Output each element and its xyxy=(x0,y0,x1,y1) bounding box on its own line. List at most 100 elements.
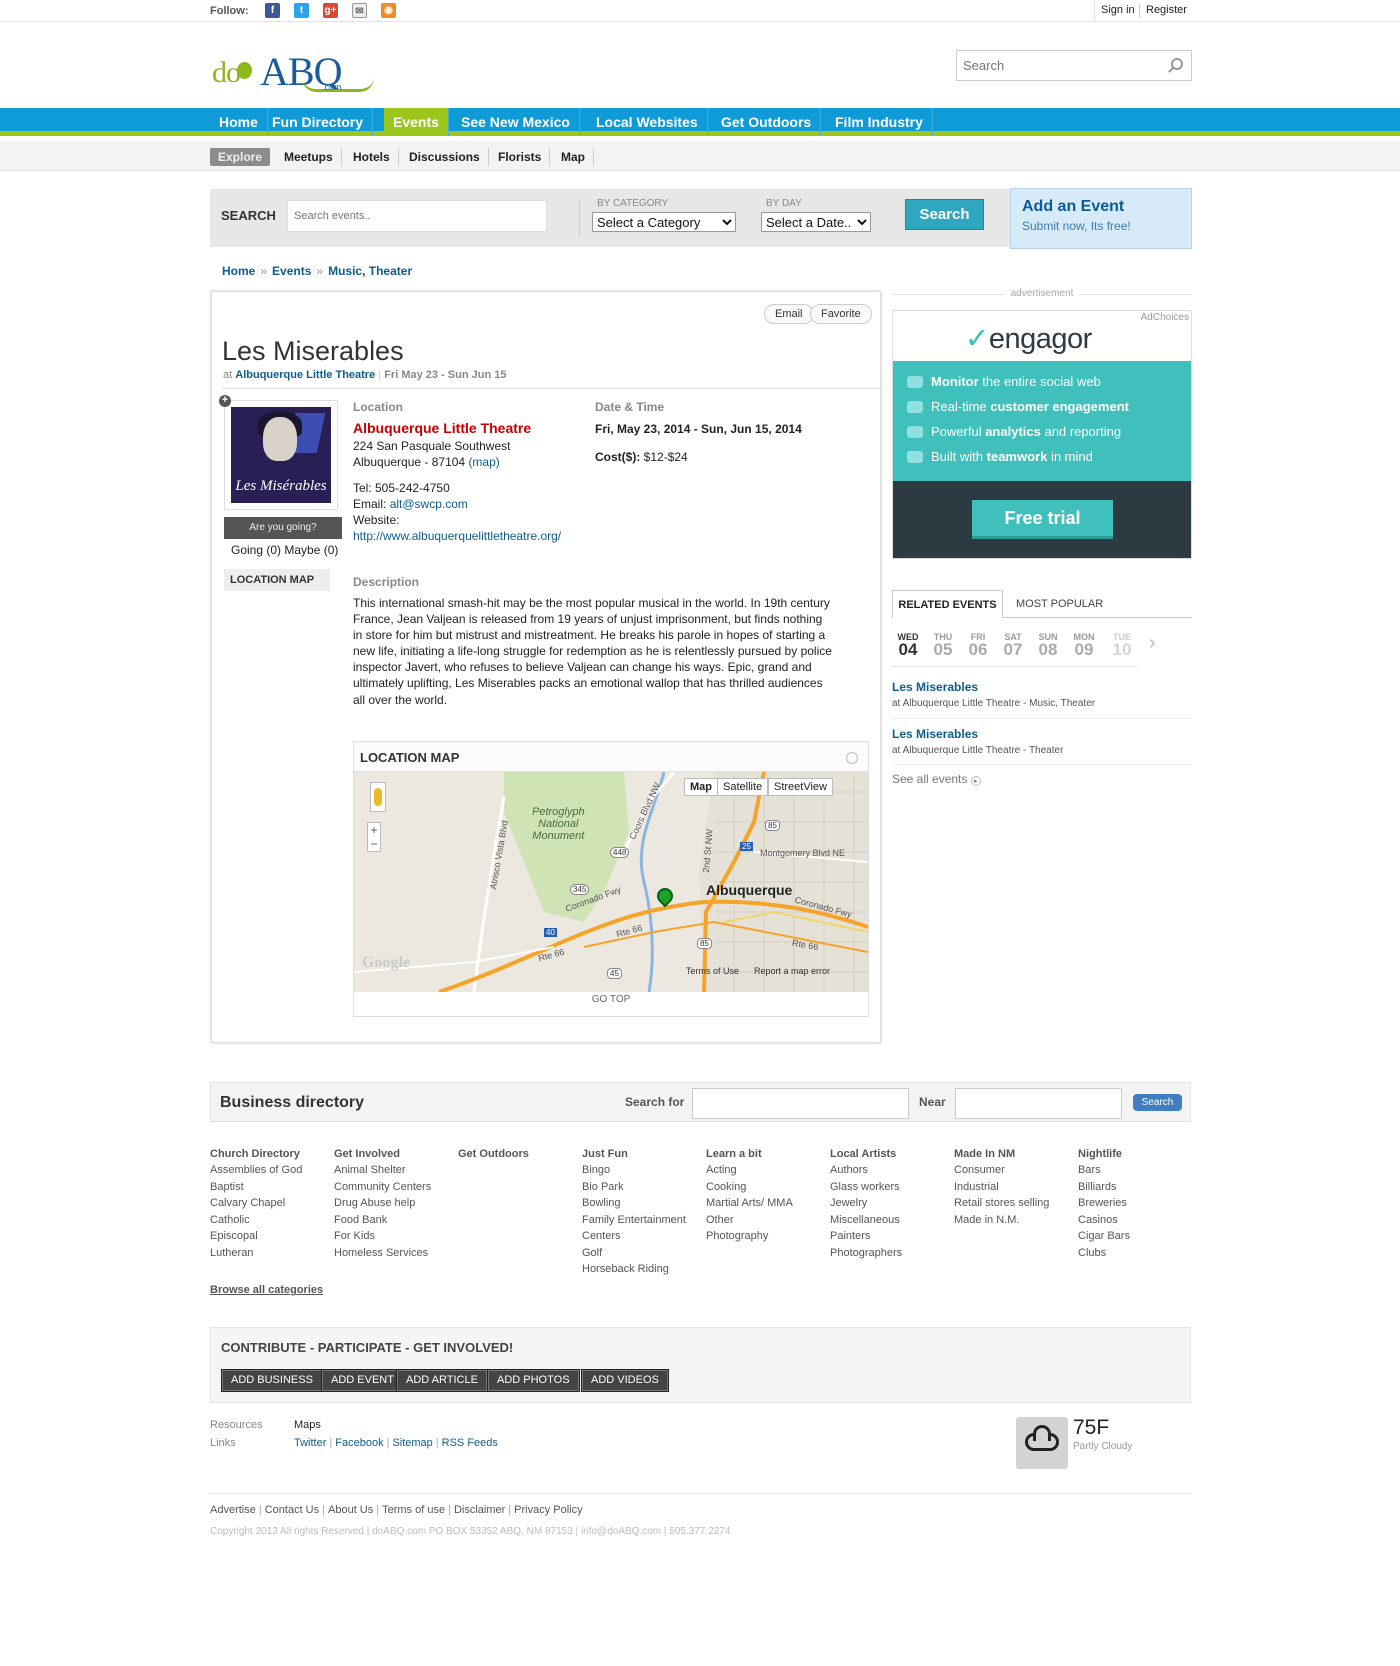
header-search-input[interactable] xyxy=(957,51,1157,80)
directory-link[interactable]: Clubs xyxy=(1078,1245,1198,1262)
directory-link[interactable]: Horseback Riding xyxy=(582,1261,702,1278)
business-near-input[interactable] xyxy=(955,1088,1122,1119)
directory-link[interactable]: Made in N.M. xyxy=(954,1212,1074,1229)
business-search-button[interactable]: Search xyxy=(1133,1094,1182,1111)
day-fri[interactable]: FRI 06 xyxy=(962,632,994,658)
directory-link[interactable]: Animal Shelter xyxy=(334,1162,454,1179)
day-mon[interactable]: MON 09 xyxy=(1068,632,1100,658)
related-event[interactable]: Les Miserables at Albuquerque Little Thea… xyxy=(892,680,1095,709)
directory-heading[interactable]: Church Directory xyxy=(210,1146,330,1162)
directory-heading[interactable]: Nightlife xyxy=(1078,1146,1198,1162)
add-business-button[interactable]: ADD BUSINESS xyxy=(221,1369,323,1392)
tab-related-events[interactable]: RELATED EVENTS xyxy=(892,590,1003,618)
ad-choices-link[interactable]: AdChoices xyxy=(1141,312,1189,323)
directory-link[interactable]: Golf xyxy=(582,1245,702,1262)
subnav-meetups[interactable]: Meetups xyxy=(276,148,342,166)
map-type-satellite-button[interactable]: Satellite xyxy=(717,778,769,796)
google-map[interactable]: + − Map Satellite StreetView Petroglyph Na… xyxy=(354,772,868,992)
location-map-tab[interactable]: LOCATION MAP xyxy=(224,569,330,591)
directory-link[interactable]: Homeless Services xyxy=(334,1245,454,1262)
map-type-streetview-button[interactable]: StreetView xyxy=(768,778,833,796)
breadcrumb-music[interactable]: Music xyxy=(328,264,362,278)
day-wed[interactable]: WED 04 xyxy=(892,632,924,658)
nav-get-outdoors[interactable]: Get Outdoors xyxy=(712,108,822,136)
nav-fun-directory[interactable]: Fun Directory xyxy=(263,108,374,136)
subnav-florists[interactable]: Florists xyxy=(490,148,551,166)
directory-heading[interactable]: Learn a bit xyxy=(706,1146,826,1162)
directory-link[interactable]: Centers xyxy=(582,1228,702,1245)
nav-home[interactable]: Home xyxy=(210,108,268,136)
subnav-hotels[interactable]: Hotels xyxy=(345,148,399,166)
add-article-button[interactable]: ADD ARTICLE xyxy=(396,1369,488,1392)
directory-link[interactable]: Retail stores selling xyxy=(954,1195,1074,1212)
directory-link[interactable]: Food Bank xyxy=(334,1212,454,1229)
event-search-input[interactable] xyxy=(288,201,546,231)
event-search-button[interactable]: Search xyxy=(905,199,984,230)
subnav-discussions[interactable]: Discussions xyxy=(401,148,489,166)
directory-link[interactable]: Other xyxy=(706,1212,826,1229)
are-you-going-button[interactable]: Are you going? xyxy=(224,517,342,539)
directory-link[interactable]: Bio Park xyxy=(582,1179,702,1196)
directory-link[interactable]: Billiards xyxy=(1078,1179,1198,1196)
directory-link[interactable]: Cigar Bars xyxy=(1078,1228,1198,1245)
chevron-right-icon[interactable]: › xyxy=(1149,632,1156,655)
directory-link[interactable]: Baptist xyxy=(210,1179,330,1196)
day-tue[interactable]: TUE 10 xyxy=(1106,632,1138,658)
directory-link[interactable]: Family Entertainment xyxy=(582,1212,702,1229)
directory-link[interactable]: Cooking xyxy=(706,1179,826,1196)
directory-link[interactable]: Community Centers xyxy=(334,1179,454,1196)
favorite-button[interactable]: Favorite xyxy=(810,304,872,324)
footer-twitter-link[interactable]: Twitter xyxy=(294,1437,326,1449)
directory-link[interactable]: Photography xyxy=(706,1228,826,1245)
directory-link[interactable]: Consumer xyxy=(954,1162,1074,1179)
footer-facebook-link[interactable]: Facebook xyxy=(335,1437,383,1449)
directory-link[interactable]: Glass workers xyxy=(830,1179,950,1196)
disclaimer-link[interactable]: Disclaimer xyxy=(454,1504,505,1516)
breadcrumb-home[interactable]: Home xyxy=(222,264,255,278)
ad-banner[interactable]: AdChoices ✓engagor Monitor the entire so… xyxy=(892,310,1192,559)
website-link[interactable]: http://www.albuquerquelittletheatre.org/ xyxy=(353,528,561,544)
directory-link[interactable]: Miscellaneous xyxy=(830,1212,950,1229)
advertise-link[interactable]: Advertise xyxy=(210,1504,256,1516)
subnav-map[interactable]: Map xyxy=(553,148,594,166)
map-type-map-button[interactable]: Map xyxy=(684,778,718,796)
zoom-plus-icon[interactable]: + xyxy=(219,395,231,407)
search-icon[interactable] xyxy=(1171,58,1183,70)
directory-link[interactable]: Jewelry xyxy=(830,1195,950,1212)
site-logo[interactable]: do ABQ .com xyxy=(212,48,382,94)
directory-link[interactable]: Bowling xyxy=(582,1195,702,1212)
googleplus-icon[interactable]: g+ xyxy=(323,3,338,18)
facebook-icon[interactable]: f xyxy=(265,3,280,18)
directory-link[interactable]: Episcopal xyxy=(210,1228,330,1245)
day-thu[interactable]: THU 05 xyxy=(927,632,959,658)
directory-link[interactable]: Breweries xyxy=(1078,1195,1198,1212)
add-photos-button[interactable]: ADD PHOTOS xyxy=(487,1369,580,1392)
map-link[interactable]: (map) xyxy=(468,455,499,469)
day-sun[interactable]: SUN 08 xyxy=(1032,632,1064,658)
register-link[interactable]: Register xyxy=(1146,4,1187,16)
email-button[interactable]: Email xyxy=(764,304,814,324)
tab-most-popular[interactable]: MOST POPULAR xyxy=(1016,598,1103,610)
directory-link[interactable]: Martial Arts/ MMA xyxy=(706,1195,826,1212)
directory-link[interactable]: Bars xyxy=(1078,1162,1198,1179)
directory-heading[interactable]: Local Artists xyxy=(830,1146,950,1162)
breadcrumb-theater[interactable]: Theater xyxy=(369,264,412,278)
browse-all-categories-link[interactable]: Browse all categories xyxy=(210,1284,323,1296)
nav-film-industry[interactable]: Film Industry xyxy=(826,108,933,136)
nav-events[interactable]: Events xyxy=(384,108,449,136)
email-icon[interactable]: ✉ xyxy=(352,3,367,18)
directory-link[interactable]: Photographers xyxy=(830,1245,950,1262)
breadcrumb-events[interactable]: Events xyxy=(272,264,311,278)
map-report-link[interactable]: Report a map error xyxy=(754,966,830,976)
footer-rss-link[interactable]: RSS Feeds xyxy=(442,1437,498,1449)
directory-link[interactable]: Catholic xyxy=(210,1212,330,1229)
subnav-explore[interactable]: Explore xyxy=(210,148,271,166)
directory-link[interactable]: For Kids xyxy=(334,1228,454,1245)
directory-link[interactable]: Assemblies of God xyxy=(210,1162,330,1179)
directory-link[interactable]: Authors xyxy=(830,1162,950,1179)
email-link[interactable]: alt@swcp.com xyxy=(390,497,468,511)
footer-sitemap-link[interactable]: Sitemap xyxy=(392,1437,432,1449)
directory-link[interactable]: Acting xyxy=(706,1162,826,1179)
directory-link[interactable]: Painters xyxy=(830,1228,950,1245)
footer-maps-link[interactable]: Maps xyxy=(294,1419,321,1431)
